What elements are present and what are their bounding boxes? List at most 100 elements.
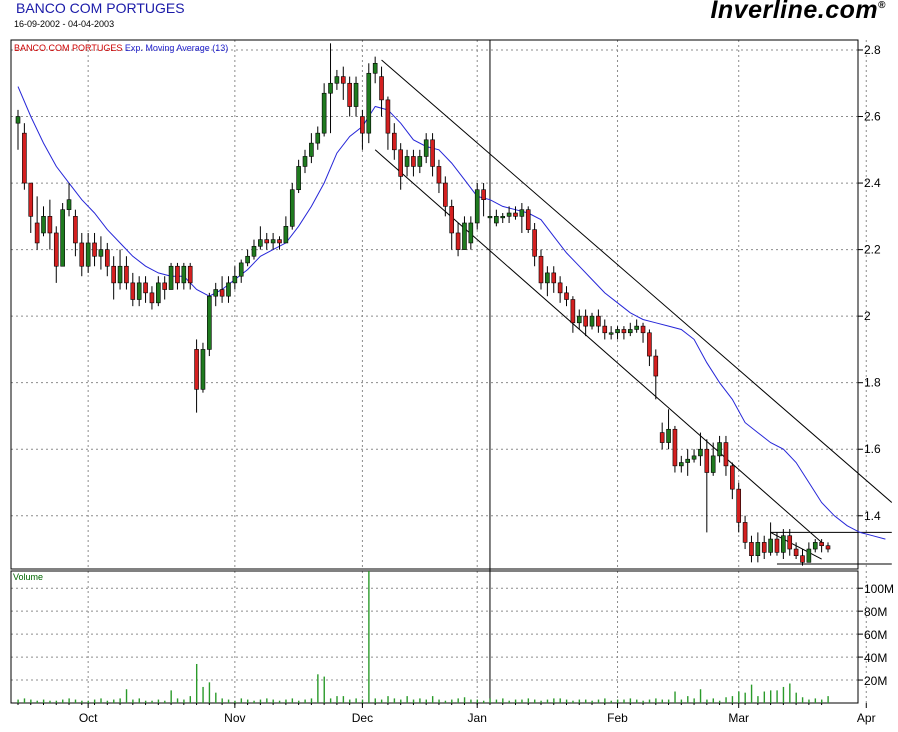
candle-body <box>812 542 818 550</box>
volume-bar <box>138 698 140 703</box>
candle-body <box>653 355 659 377</box>
candle-body <box>41 216 46 234</box>
plot-frame <box>10 39 859 704</box>
candle-body <box>468 222 474 244</box>
volume-bar <box>559 698 561 703</box>
volume-bar <box>738 691 740 703</box>
volume-bar <box>597 699 600 703</box>
candle-body <box>175 265 180 284</box>
volume-bar <box>336 696 338 703</box>
volume-bar <box>801 697 804 703</box>
volume-bar <box>183 699 185 703</box>
volume-bar <box>49 700 51 703</box>
volume-bar <box>208 682 211 703</box>
volume-bar <box>215 692 217 703</box>
candle-body <box>710 455 716 473</box>
month-label: Dec <box>352 711 373 725</box>
candle-body <box>130 282 136 300</box>
candle-body <box>742 522 748 543</box>
volume-bar <box>234 700 236 703</box>
candle-body <box>704 448 710 473</box>
candle-body <box>258 239 263 247</box>
candle-body <box>360 116 365 134</box>
volume-bar <box>470 699 472 703</box>
candle-body <box>194 349 199 390</box>
trendline <box>374 149 822 543</box>
volume-bar <box>667 699 670 703</box>
volume-bar <box>655 698 657 703</box>
candle-body <box>679 462 684 467</box>
volume-bar <box>285 699 287 703</box>
volume-bar <box>144 700 147 703</box>
volume-bar <box>87 700 89 703</box>
price-tick-label: 2.8 <box>864 43 881 57</box>
candle-body <box>755 542 761 556</box>
candle-body <box>666 428 671 443</box>
candle-body <box>98 249 104 257</box>
candle-body <box>270 239 276 244</box>
legend-indicator-name: Exp. Moving Average (13) <box>125 43 228 53</box>
volume-bar <box>821 699 823 703</box>
volume-bar <box>495 699 498 703</box>
volume-bar <box>502 698 504 703</box>
volume-bar <box>565 699 568 703</box>
volume-bar <box>355 698 357 703</box>
volume-bar <box>368 571 370 703</box>
volume-bar <box>106 700 109 703</box>
trendlines <box>374 59 893 565</box>
volume-bar <box>438 699 440 703</box>
volume-bar <box>202 686 204 703</box>
candle-body <box>570 299 576 324</box>
candle-body <box>398 149 403 177</box>
month-label: Mar <box>728 711 749 725</box>
volume-bar <box>789 683 791 703</box>
volume-bar <box>419 698 421 703</box>
candle-body <box>596 315 601 327</box>
candle-body <box>691 455 697 460</box>
candle-body <box>124 265 129 284</box>
volume-bar <box>298 700 300 703</box>
volume-bar <box>808 699 810 703</box>
candle-body <box>768 538 773 553</box>
candle-body <box>800 555 805 563</box>
candle-body <box>608 332 614 335</box>
candle-body <box>321 92 327 134</box>
volume-bar <box>304 699 306 703</box>
candle-body <box>564 292 569 300</box>
volume-bar <box>310 698 313 703</box>
volume-bar <box>699 689 702 703</box>
candle-body <box>200 349 206 390</box>
volume-bar <box>157 699 160 703</box>
candle-body <box>34 222 40 244</box>
volume-bar <box>361 699 364 703</box>
candle-body <box>283 226 289 244</box>
candle-body <box>404 156 410 167</box>
volume-bar <box>636 699 638 703</box>
candle-body <box>226 282 231 297</box>
volume-bar <box>712 698 714 703</box>
volume-bar <box>514 699 517 703</box>
price-tick-label: 2 <box>864 309 871 323</box>
candle-body <box>353 82 359 107</box>
candle-body <box>328 82 333 94</box>
candle-body <box>379 76 384 101</box>
volume-bar <box>572 700 574 703</box>
volume-bar <box>291 698 294 703</box>
candle-body <box>717 442 722 457</box>
volume-bar <box>750 684 753 703</box>
volume-bar <box>317 674 319 703</box>
volume-bar <box>431 696 434 703</box>
volume-bar <box>400 699 402 703</box>
volume-tick-label: 80M <box>864 605 887 619</box>
volume-bar <box>342 696 345 703</box>
price-tick-label: 2.2 <box>864 243 881 257</box>
volume-bar <box>585 699 587 703</box>
grid <box>11 40 867 703</box>
volume-bar <box>119 698 121 703</box>
candle-body <box>251 245 257 257</box>
candle-body <box>500 216 506 219</box>
candle-body <box>793 548 799 556</box>
volume-bar <box>176 698 179 703</box>
candle-body <box>149 292 155 304</box>
candle-body <box>430 139 435 167</box>
